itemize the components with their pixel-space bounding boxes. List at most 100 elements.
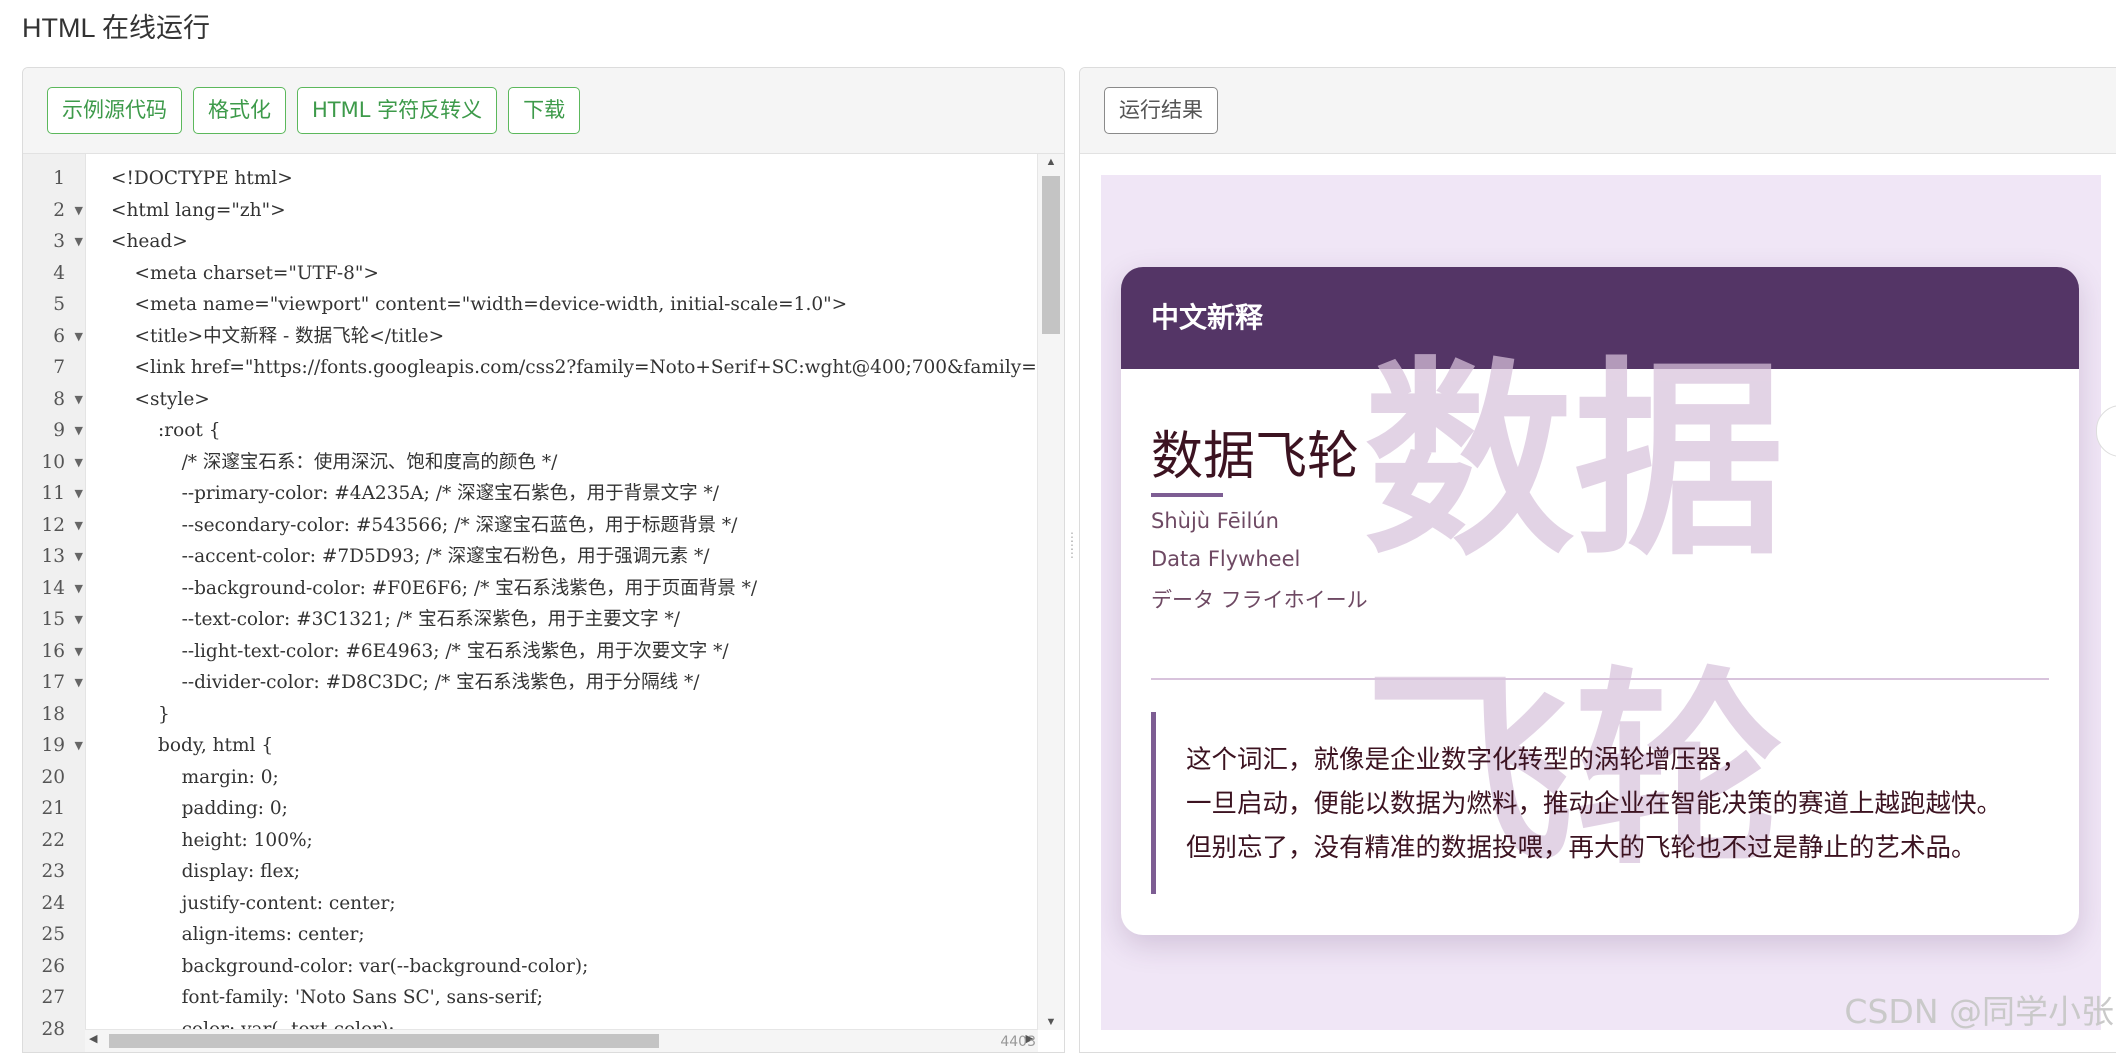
line-number: 2 ▼ xyxy=(23,195,85,227)
code-line-text: --text-color: #3C1321; /* 宝石系深紫色，用于主要文字 … xyxy=(111,609,680,630)
fold-arrow-icon[interactable]: ▼ xyxy=(75,636,83,668)
line-number: 8 ▼ xyxy=(23,384,85,416)
code-line[interactable]: <meta charset="UTF-8"> xyxy=(85,258,1038,290)
line-number-text: 27 xyxy=(41,987,65,1008)
line-number-text: 28 xyxy=(41,1018,65,1040)
line-number-text: 21 xyxy=(41,798,65,819)
fold-arrow-icon[interactable]: ▼ xyxy=(75,226,83,258)
line-number: 3 ▼ xyxy=(23,226,85,258)
code-line[interactable]: <!DOCTYPE html> xyxy=(85,163,1038,195)
line-number-text: 8 xyxy=(53,388,65,410)
fold-arrow-icon[interactable]: ▼ xyxy=(75,604,83,636)
code-line-text: height: 100%; xyxy=(111,829,313,851)
html-unescape-button[interactable]: HTML 字符反转义 xyxy=(297,87,498,134)
term-underline xyxy=(1151,493,1223,497)
code-line[interactable]: <link href="https://fonts.googleapis.com… xyxy=(85,352,1038,384)
character-count: 4403 xyxy=(1000,1034,1036,1050)
code-line[interactable]: font-family: 'Noto Sans SC', sans-serif; xyxy=(85,982,1038,1014)
fold-arrow-icon[interactable]: ▼ xyxy=(75,667,83,699)
line-number-text: 16 xyxy=(41,640,65,662)
line-number-text: 24 xyxy=(41,892,65,914)
line-number: 21 xyxy=(23,793,85,825)
code-line[interactable]: <style> xyxy=(85,384,1038,416)
fold-arrow-icon[interactable]: ▼ xyxy=(75,447,83,479)
fold-arrow-icon[interactable]: ▼ xyxy=(75,478,83,510)
code-line[interactable]: --light-text-color: #6E4963; /* 宝石系浅紫色，用… xyxy=(85,636,1038,668)
code-line[interactable]: /* 深邃宝石系：使用深沉、饱和度高的颜色 */ xyxy=(85,447,1038,479)
code-line-text: align-items: center; xyxy=(111,924,365,945)
horizontal-scroll-thumb[interactable] xyxy=(109,1034,659,1048)
code-line[interactable]: :root { xyxy=(85,415,1038,447)
code-line[interactable]: justify-content: center; xyxy=(85,888,1038,920)
line-number: 4 xyxy=(23,258,85,290)
code-line-text: <meta name="viewport" content="width=dev… xyxy=(111,294,848,315)
code-line[interactable]: color: var(--text-color); xyxy=(85,1014,1038,1031)
code-line[interactable]: padding: 0; xyxy=(85,793,1038,825)
definition-card: 中文新释 数据 飞轮 数据飞轮 Shùjù Fēilún Data Flywhe… xyxy=(1121,267,2079,935)
line-number-text: 17 xyxy=(41,672,65,693)
line-number-text: 3 xyxy=(53,231,65,252)
background-watermark-1: 数据 xyxy=(1364,339,1785,584)
fold-arrow-icon[interactable]: ▼ xyxy=(75,195,83,227)
code-line[interactable]: background-color: var(--background-color… xyxy=(85,951,1038,983)
run-result-button[interactable]: 运行结果 xyxy=(1104,87,1218,134)
code-editor[interactable]: 1 2 ▼ 3 ▼ 4 5 6 ▼ 7 8 ▼ 9 ▼ 10 ▼ 11 ▼ 12 ▼ 13 ▼ 14 ▼ 15 ▼ 16 ▼ 17 ▼ 18… xyxy=(23,154,1064,1052)
code-line-text: --primary-color: #4A235A; /* 深邃宝石紫色，用于背景… xyxy=(111,483,719,504)
fold-arrow-icon[interactable]: ▼ xyxy=(75,384,83,416)
code-text-area[interactable]: <!DOCTYPE html> <html lang="zh"> <head> <m… xyxy=(85,154,1038,1030)
fold-arrow-icon[interactable]: ▼ xyxy=(75,730,83,762)
line-number: 6 ▼ xyxy=(23,321,85,353)
scroll-up-arrow-icon[interactable]: ▲ xyxy=(1038,156,1064,168)
scroll-left-arrow-icon[interactable]: ◀ xyxy=(89,1032,97,1045)
code-line[interactable]: <head> xyxy=(85,226,1038,258)
vertical-scroll-thumb[interactable] xyxy=(1042,176,1060,334)
code-line[interactable]: --text-color: #3C1321; /* 宝石系深紫色，用于主要文字 … xyxy=(85,604,1038,636)
vertical-scrollbar[interactable]: ▲ ▼ xyxy=(1037,154,1064,1030)
line-number: 16 ▼ xyxy=(23,636,85,668)
line-number: 19 ▼ xyxy=(23,730,85,762)
line-number: 25 xyxy=(23,919,85,951)
code-line-text: background-color: var(--background-color… xyxy=(111,955,589,977)
code-line[interactable]: align-items: center; xyxy=(85,919,1038,951)
code-line[interactable]: display: flex; xyxy=(85,856,1038,888)
fold-arrow-icon[interactable]: ▼ xyxy=(75,321,83,353)
panel-resize-handle-icon[interactable]: ⋮⋮ ⋮⋮ ⋮⋮ xyxy=(1066,531,1088,583)
code-line[interactable]: --accent-color: #7D5D93; /* 深邃宝石粉色，用于强调元… xyxy=(85,541,1038,573)
code-line[interactable]: <meta name="viewport" content="width=dev… xyxy=(85,289,1038,321)
horizontal-scrollbar[interactable]: ◀ ▶ xyxy=(85,1029,1038,1052)
code-line[interactable]: --secondary-color: #543566; /* 深邃宝石蓝色，用于… xyxy=(85,510,1038,542)
line-number: 10 ▼ xyxy=(23,447,85,479)
line-number-text: 23 xyxy=(41,861,65,882)
line-number-gutter: 1 2 ▼ 3 ▼ 4 5 6 ▼ 7 8 ▼ 9 ▼ 10 ▼ 11 ▼ 12 ▼ 13 ▼ 14 ▼ 15 ▼ 16 ▼ 17 ▼ 18… xyxy=(23,154,86,1052)
line-number: 14 ▼ xyxy=(23,573,85,605)
code-line[interactable]: } xyxy=(85,699,1038,731)
code-line[interactable]: margin: 0; xyxy=(85,762,1038,794)
fold-arrow-icon[interactable]: ▼ xyxy=(75,415,83,447)
example-code-button[interactable]: 示例源代码 xyxy=(47,87,182,134)
code-line[interactable]: body, html { xyxy=(85,730,1038,762)
line-number-text: 13 xyxy=(41,546,65,567)
download-button[interactable]: 下载 xyxy=(508,87,581,134)
code-line[interactable]: --divider-color: #D8C3DC; /* 宝石系浅紫色，用于分隔… xyxy=(85,667,1038,699)
line-number-text: 2 xyxy=(53,199,65,221)
code-line[interactable]: --primary-color: #4A235A; /* 深邃宝石紫色，用于背景… xyxy=(85,478,1038,510)
code-line-text: padding: 0; xyxy=(111,798,288,819)
fold-arrow-icon[interactable]: ▼ xyxy=(75,573,83,605)
term-japanese: データ フライホイール xyxy=(1151,588,1368,612)
code-line[interactable]: <title>中文新释 - 数据飞轮</title> xyxy=(85,321,1038,353)
code-line[interactable]: <html lang="zh"> xyxy=(85,195,1038,227)
code-line[interactable]: height: 100%; xyxy=(85,825,1038,857)
code-line-text: <style> xyxy=(111,388,210,410)
fold-arrow-icon[interactable]: ▼ xyxy=(75,541,83,573)
line-number: 18 xyxy=(23,699,85,731)
line-number-text: 19 xyxy=(41,735,65,756)
term-pinyin: Shùjù Fēilún xyxy=(1151,509,1279,533)
scroll-down-arrow-icon[interactable]: ▼ xyxy=(1038,1016,1064,1028)
code-line-text: /* 深邃宝石系：使用深沉、饱和度高的颜色 */ xyxy=(111,451,558,473)
format-button[interactable]: 格式化 xyxy=(193,87,286,134)
code-line[interactable]: --background-color: #F0E6F6; /* 宝石系浅紫色，用… xyxy=(85,573,1038,605)
line-number: 1 xyxy=(23,163,85,195)
fold-arrow-icon[interactable]: ▼ xyxy=(75,510,83,542)
line-number-text: 1 xyxy=(53,168,65,189)
page-title: HTML 在线运行 xyxy=(22,13,210,43)
